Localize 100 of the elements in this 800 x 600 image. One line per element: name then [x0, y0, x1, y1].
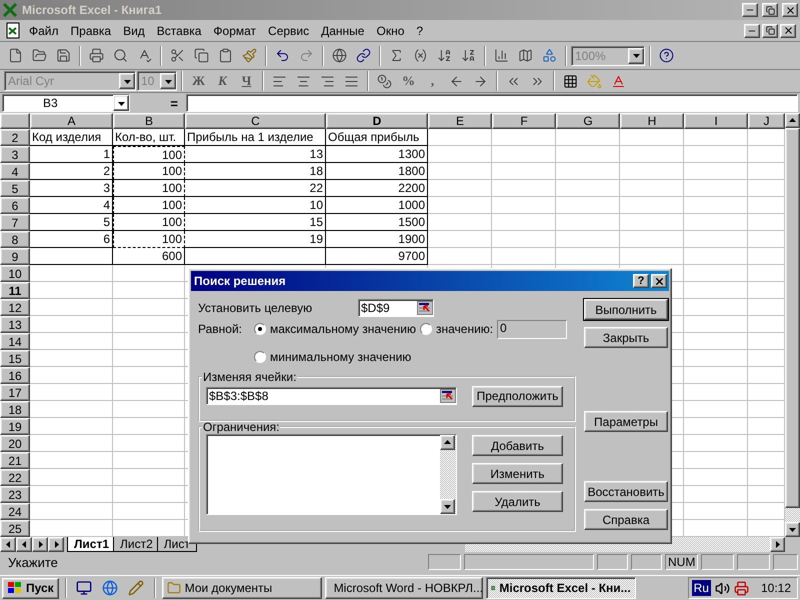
window-title: Microsoft Excel - Книга1 [22, 3, 163, 17]
taskbar-button[interactable]: Мои документы [162, 577, 322, 599]
language-indicator[interactable]: Ru [692, 580, 711, 596]
constraint-button[interactable]: Удалить [472, 491, 563, 512]
table-cell: 13 [185, 146, 326, 163]
value-field[interactable]: 0 [497, 320, 567, 338]
row-header[interactable]: 4 [0, 163, 30, 180]
constraint-button[interactable]: Изменить [472, 463, 563, 484]
row-header[interactable]: 19 [0, 418, 30, 435]
row-header[interactable]: 18 [0, 401, 30, 418]
start-button[interactable]: Пуск [2, 578, 59, 598]
table-cell: 1 [30, 146, 113, 163]
column-header[interactable]: D [326, 113, 428, 129]
menu-item[interactable]: Вид [118, 22, 150, 40]
format-button[interactable]: Ч [235, 70, 258, 92]
row-header[interactable]: 23 [0, 486, 30, 503]
column-header[interactable]: F [492, 113, 556, 129]
row-header[interactable]: 20 [0, 435, 30, 452]
row-header[interactable]: 22 [0, 469, 30, 486]
column-header[interactable]: C [185, 113, 326, 129]
column-header[interactable]: B [113, 113, 185, 129]
row-header[interactable]: 16 [0, 367, 30, 384]
table-cell: 4 [30, 197, 113, 214]
menu-item[interactable]: Окно [371, 22, 410, 40]
table-cell: 5 [30, 214, 113, 231]
row-header[interactable]: 5 [0, 180, 30, 197]
row-header[interactable]: 13 [0, 316, 30, 333]
table-cell: 100 [113, 197, 185, 214]
format-button[interactable]: К [211, 70, 234, 92]
dialog-button[interactable]: Восстановить [584, 481, 668, 502]
group-title: Ограничения: [202, 420, 280, 434]
field-label: Установить целевую [198, 301, 314, 315]
menu-item[interactable]: Сервис [263, 22, 314, 40]
status-text: Укажите [7, 554, 59, 570]
table-cell: 2200 [326, 180, 428, 197]
menu-item[interactable]: ? [411, 22, 428, 40]
menu-item[interactable]: Данные [316, 22, 370, 40]
column-header[interactable]: E [428, 113, 492, 129]
taskbar-button[interactable]: Microsoft Word - НОВКРЛ... [324, 577, 483, 599]
table-cell: 1900 [326, 231, 428, 248]
radio-option[interactable]: значению: [420, 322, 497, 336]
menu-item[interactable]: Файл [24, 22, 64, 40]
table-cell: 10 [185, 197, 326, 214]
table-cell: Общая прибыль [326, 129, 428, 146]
guess-button[interactable]: Предположить [472, 386, 563, 406]
row-header[interactable]: 21 [0, 452, 30, 469]
table-cell: 1000 [326, 197, 428, 214]
menu-item[interactable]: Формат [208, 22, 262, 40]
row-header[interactable]: 8 [0, 231, 30, 248]
table-cell: Прибыль на 1 изделие [185, 129, 326, 146]
column-header[interactable]: H [620, 113, 684, 129]
row-header[interactable]: 2 [0, 129, 30, 146]
row-header[interactable]: 9 [0, 248, 30, 265]
column-header[interactable]: A [30, 113, 113, 129]
dialog-button[interactable]: Справка [584, 509, 668, 530]
changing-cells-field[interactable]: $B$3:$B$8 [206, 387, 457, 405]
group-title: Изменяя ячейки: [202, 370, 298, 384]
target-cell-field[interactable]: $D$9 [358, 299, 434, 317]
row-header[interactable]: 15 [0, 350, 30, 367]
dialog-button[interactable]: Параметры [584, 411, 668, 432]
table-cell: 100 [113, 231, 185, 248]
dialog-title: Поиск решения [194, 274, 287, 288]
name-box[interactable]: B3 [2, 94, 130, 112]
dialog-button[interactable]: Закрыть [584, 327, 668, 348]
row-header[interactable]: 14 [0, 333, 30, 350]
format-button[interactable]: Ж [187, 70, 210, 92]
table-cell: 100 [113, 146, 185, 163]
row-header[interactable]: 10 [0, 265, 30, 282]
menu-item[interactable]: Вставка [152, 22, 206, 40]
row-header[interactable]: 12 [0, 299, 30, 316]
format-button[interactable]: % [397, 70, 420, 92]
constraint-button[interactable]: Добавить [472, 435, 563, 456]
equals-button[interactable]: = [132, 96, 184, 110]
dialog-button[interactable]: Выполнить [584, 299, 668, 320]
table-cell: 9700 [326, 248, 428, 265]
table-cell: 600 [113, 248, 185, 265]
radio-option[interactable]: максимальному значению [254, 322, 420, 336]
row-header[interactable]: 25 [0, 520, 30, 537]
row-header[interactable]: 24 [0, 503, 30, 520]
table-cell: 3 [30, 180, 113, 197]
sheet-tab[interactable]: Лист2 [113, 537, 160, 552]
column-header[interactable]: J [748, 113, 785, 129]
table-cell: 100 [113, 180, 185, 197]
format-button[interactable]: , [421, 70, 444, 92]
column-header[interactable]: I [684, 113, 748, 129]
help-button[interactable]: ? [633, 274, 649, 288]
menu-item[interactable]: Правка [66, 22, 116, 40]
column-header[interactable]: G [556, 113, 620, 129]
clock: 10:12 [760, 581, 791, 595]
row-header[interactable]: 17 [0, 384, 30, 401]
row-header[interactable]: 7 [0, 214, 30, 231]
radio-option[interactable]: минимальному значению [254, 350, 412, 364]
field-label: Равной: [198, 322, 243, 336]
row-header[interactable]: 6 [0, 197, 30, 214]
num-lock-indicator: NUM [665, 554, 698, 570]
row-header[interactable]: 3 [0, 146, 30, 163]
row-header[interactable]: 11 [0, 282, 30, 299]
taskbar-button[interactable]: Microsoft Excel - Кни... [486, 577, 636, 599]
table-cell: 19 [185, 231, 326, 248]
table-cell: 1500 [326, 214, 428, 231]
